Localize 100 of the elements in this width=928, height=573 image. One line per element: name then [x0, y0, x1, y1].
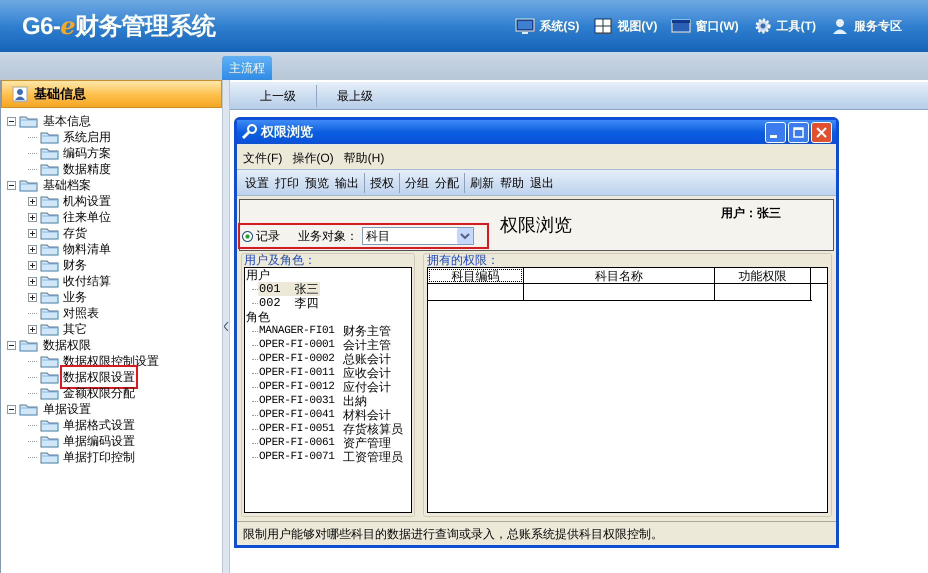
- dropdown-field[interactable]: 科目: [362, 227, 474, 245]
- tree-item[interactable]: 财务: [63, 256, 87, 274]
- tree-item[interactable]: 收付结算: [63, 272, 111, 290]
- tree-item[interactable]: 对照表: [63, 304, 99, 322]
- tree-item[interactable]: 业务: [63, 288, 87, 306]
- toolbar-button[interactable]: 设置: [245, 174, 269, 192]
- folder-icon: [40, 354, 59, 368]
- tree-item[interactable]: 金额权限分配: [63, 384, 135, 402]
- window-title: 权限浏览: [261, 123, 313, 142]
- expand-icon[interactable]: [28, 292, 37, 302]
- toolbar-button[interactable]: 帮助: [500, 174, 524, 192]
- close-button[interactable]: [811, 122, 832, 142]
- tree-item[interactable]: 存货: [63, 224, 87, 242]
- maximize-icon: [793, 126, 804, 138]
- tree-item[interactable]: OPER-FI-0031 出納: [258, 394, 368, 408]
- tree-item[interactable]: OPER-FI-0041 材料会计: [258, 408, 392, 422]
- radio-icon[interactable]: [242, 230, 253, 242]
- nav-button[interactable]: 上一级: [240, 82, 316, 109]
- expand-icon[interactable]: [28, 276, 37, 286]
- maximize-button[interactable]: [788, 122, 809, 142]
- folder-icon: [40, 194, 59, 208]
- group-box-label: 用户及角色：: [244, 253, 317, 267]
- tree-item[interactable]: 其它: [63, 320, 87, 338]
- menu-item[interactable]: 窗口(W): [671, 17, 739, 35]
- menu-item[interactable]: 系统(S): [515, 17, 580, 35]
- expand-icon[interactable]: [28, 324, 37, 334]
- group-box-label: 拥有的权限：: [427, 253, 500, 267]
- toolbar-button[interactable]: 分组: [405, 174, 429, 192]
- tree-item[interactable]: MANAGER-FI01 财务主管: [258, 324, 392, 338]
- folder-icon: [40, 226, 59, 240]
- toolbar-button[interactable]: 打印: [275, 174, 299, 192]
- tree-item[interactable]: 数据权限设置: [63, 368, 135, 386]
- tree-item[interactable]: 数据权限: [43, 336, 91, 354]
- menu-item[interactable]: 视图(V): [593, 17, 658, 35]
- tree-item[interactable]: OPER-FI-0002 总账会计: [258, 352, 392, 366]
- toolbar-button[interactable]: 退出: [530, 174, 554, 192]
- menu-item[interactable]: 操作(O): [292, 149, 334, 167]
- expand-icon[interactable]: [28, 244, 37, 254]
- expand-icon[interactable]: [28, 228, 37, 238]
- tree-item[interactable]: OPER-FI-0071 工资管理员: [258, 450, 404, 464]
- tree-item[interactable]: OPER-FI-0012 应付会计: [258, 380, 392, 394]
- folder-icon: [40, 210, 59, 224]
- tree-item[interactable]: 系统启用: [63, 128, 111, 146]
- toolbar-button[interactable]: 输出: [335, 174, 359, 192]
- expand-icon[interactable]: [28, 196, 37, 206]
- tree-item[interactable]: 基本信息: [43, 112, 91, 130]
- collapse-icon[interactable]: [7, 180, 16, 190]
- tree-item[interactable]: OPER-FI-0011 应收会计: [258, 366, 392, 380]
- tree-item[interactable]: 往来单位: [63, 208, 111, 226]
- folder-icon: [40, 450, 59, 464]
- menu-item[interactable]: 文件(F): [243, 149, 282, 167]
- tree-item[interactable]: 基础档案: [43, 176, 91, 194]
- tree-item[interactable]: 单据打印控制: [63, 448, 135, 466]
- folder-icon: [40, 242, 59, 256]
- collapse-icon[interactable]: [7, 116, 16, 126]
- tree-item[interactable]: 用户: [246, 268, 410, 282]
- user-icon: [12, 86, 28, 102]
- column-header[interactable]: 科目名称: [525, 269, 713, 282]
- folder-icon: [19, 402, 38, 416]
- tree-item[interactable]: OPER-FI-0061 资产管理: [258, 436, 392, 450]
- tree-item[interactable]: OPER-FI-0051 存货核算员: [258, 422, 404, 436]
- tree-item[interactable]: OPER-FI-0001 会计主管: [258, 338, 392, 352]
- gear-icon: [752, 17, 773, 35]
- tree-item[interactable]: 物料清单: [63, 240, 111, 258]
- tree-item[interactable]: 002 李四: [258, 296, 320, 310]
- toolbar-button[interactable]: 预览: [305, 174, 329, 192]
- tree-item[interactable]: 单据设置: [43, 400, 91, 418]
- key-icon: [241, 124, 257, 140]
- grid-icon: [593, 17, 614, 35]
- folder-icon: [40, 258, 59, 272]
- folder-icon: [19, 178, 38, 192]
- folder-icon: [19, 114, 38, 128]
- toolbar-button[interactable]: 刷新: [470, 174, 494, 192]
- menu-item[interactable]: 服务专区: [830, 17, 902, 35]
- window-icon: [671, 17, 692, 35]
- tree-item[interactable]: 001 张三: [258, 282, 320, 296]
- tree-item[interactable]: 机构设置: [63, 192, 111, 210]
- collapse-icon[interactable]: [7, 404, 16, 414]
- collapse-icon[interactable]: [7, 340, 16, 350]
- radio-button[interactable]: 记录: [242, 227, 280, 245]
- monitor-icon: [515, 17, 536, 35]
- tree-item[interactable]: 单据编码设置: [63, 432, 135, 450]
- column-header[interactable]: 功能权限: [716, 269, 809, 282]
- menu-item[interactable]: 帮助(H): [344, 149, 384, 167]
- toolbar-button[interactable]: 分配: [435, 174, 459, 192]
- tree-item[interactable]: 角色: [246, 310, 410, 324]
- folder-icon: [40, 434, 59, 448]
- expand-icon[interactable]: [28, 212, 37, 222]
- expand-icon[interactable]: [28, 260, 37, 270]
- minimize-button[interactable]: [765, 122, 786, 142]
- toolbar-button[interactable]: 授权: [370, 174, 394, 192]
- tree-item[interactable]: 数据精度: [63, 160, 111, 178]
- tree-item[interactable]: 单据格式设置: [63, 416, 135, 434]
- folder-icon: [40, 306, 59, 320]
- sidebar-title: 基础信息: [34, 85, 86, 104]
- menu-item[interactable]: 工具(T): [752, 17, 816, 35]
- tree-item[interactable]: 编码方案: [63, 144, 111, 162]
- nav-button[interactable]: 最上级: [317, 82, 393, 109]
- column-header[interactable]: 科目编码: [429, 269, 522, 282]
- minimize-icon: [770, 134, 777, 138]
